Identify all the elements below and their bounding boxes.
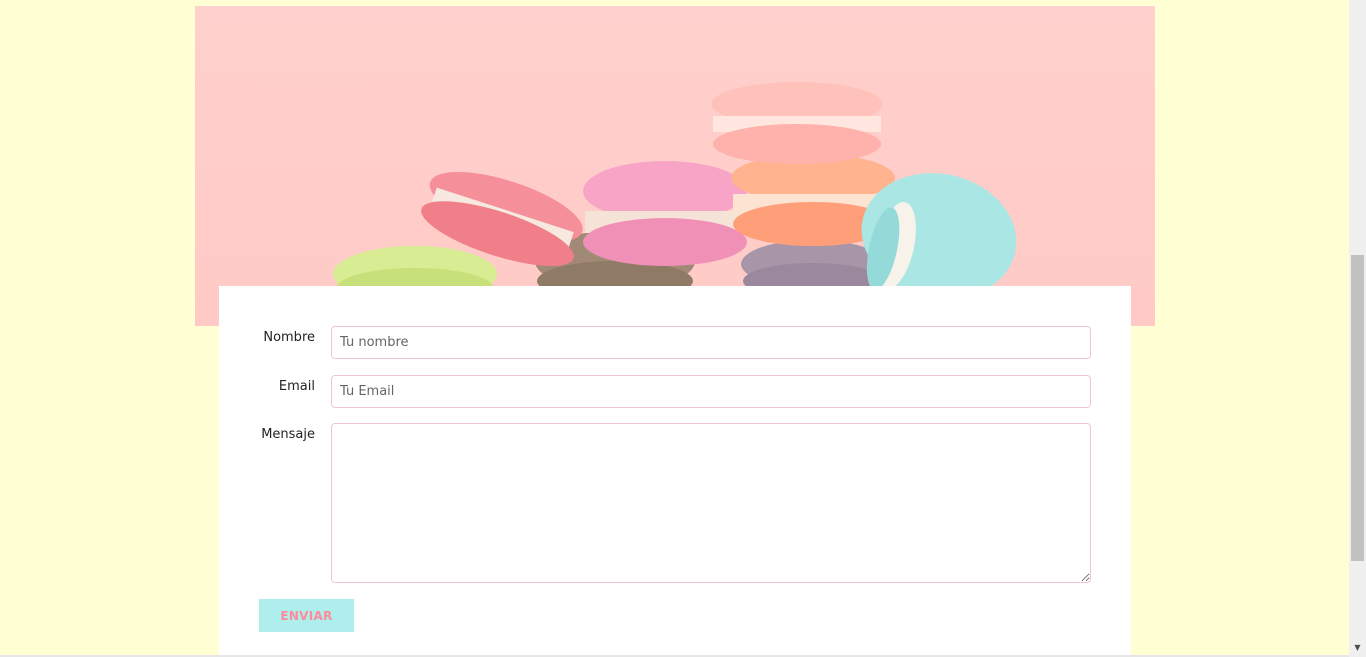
vertical-scrollbar[interactable]: ▼	[1349, 0, 1366, 657]
page: Nombre Email Mensaje ENVIAR ▼	[0, 0, 1366, 657]
email-label: Email	[278, 379, 315, 394]
chevron-down-icon[interactable]: ▼	[1349, 641, 1366, 655]
pink-macaron	[583, 161, 747, 266]
message-textarea[interactable]	[331, 423, 1091, 583]
macarons-illustration	[333, 82, 1017, 308]
contact-form: Nombre Email Mensaje ENVIAR	[219, 286, 1131, 657]
hero-image	[195, 6, 1155, 326]
name-label: Nombre	[263, 330, 315, 345]
email-input[interactable]	[331, 375, 1091, 408]
name-input[interactable]	[331, 326, 1091, 359]
submit-button[interactable]: ENVIAR	[259, 599, 354, 632]
light-pink-macaron	[711, 82, 883, 164]
message-label: Mensaje	[261, 427, 315, 442]
scrollbar-thumb[interactable]	[1351, 255, 1364, 561]
